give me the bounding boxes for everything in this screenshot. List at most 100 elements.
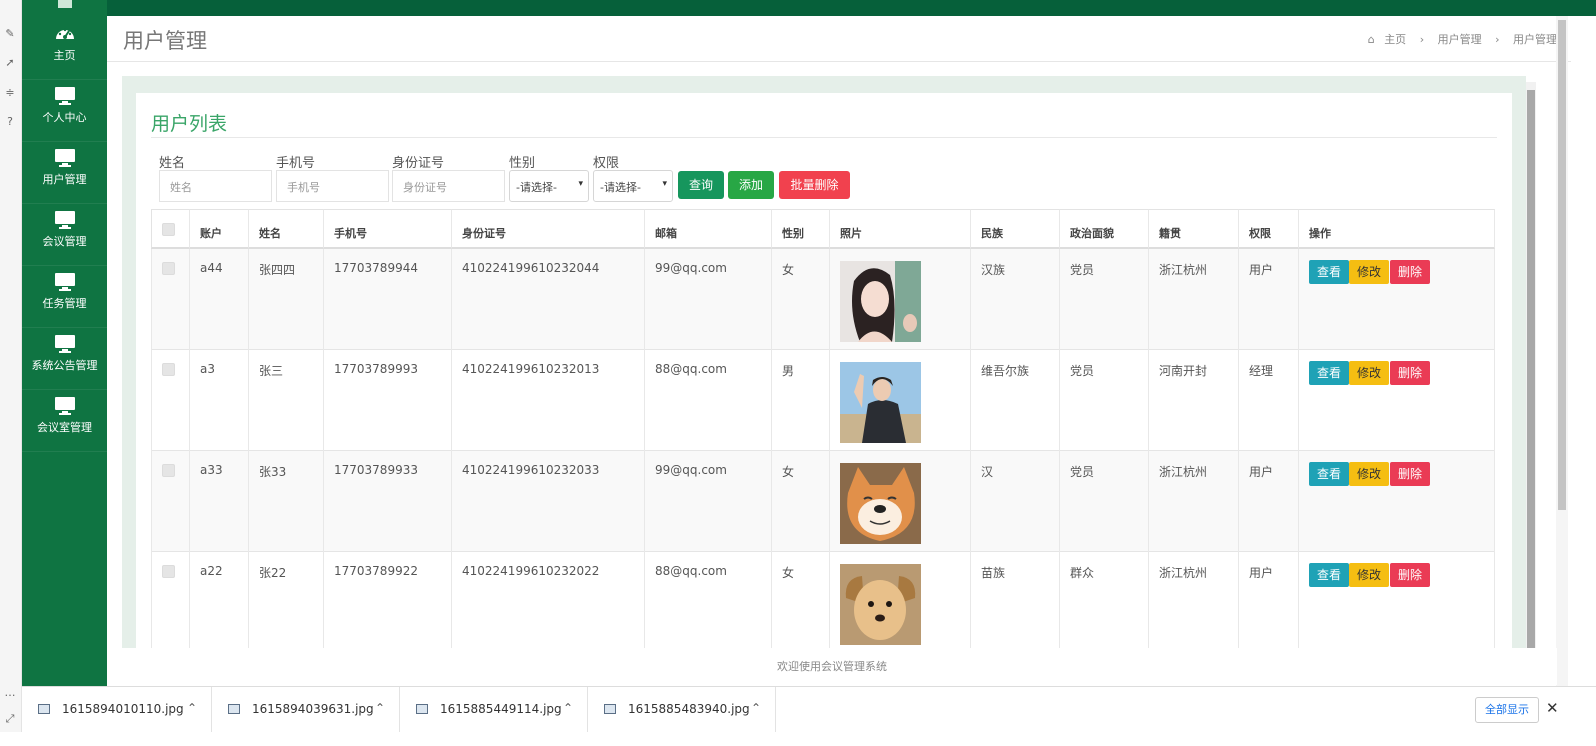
origin-cell: 浙江杭州 <box>1149 451 1239 552</box>
chevron-down-icon: ▾ <box>662 179 667 189</box>
user-photo <box>840 463 921 544</box>
role-cell: 用户 <box>1239 552 1299 648</box>
chevron-right-icon: › <box>1419 33 1425 46</box>
row-checkbox[interactable] <box>162 565 175 578</box>
image-file-icon <box>228 704 240 714</box>
delete-button[interactable]: 删除 <box>1390 260 1430 284</box>
role-cell: 用户 <box>1239 249 1299 350</box>
show-all-button[interactable]: 全部显示 <box>1475 697 1539 723</box>
origin-cell: 河南开封 <box>1149 350 1239 451</box>
edit-button[interactable]: 修改 <box>1349 462 1389 486</box>
table-header: 账户 <box>190 209 249 249</box>
name-cell: 张四四 <box>249 249 324 350</box>
download-filename[interactable]: 1615894039631.jpg <box>252 702 374 716</box>
sidebar-item-meetings[interactable]: 会议管理 <box>22 204 107 266</box>
chevron-up-icon[interactable]: ⌃ <box>563 701 573 715</box>
pointer-icon[interactable]: ➚ <box>3 56 17 70</box>
top-bar <box>107 0 1596 16</box>
table-header: 照片 <box>830 209 971 249</box>
actions-cell: 查看 修改 删除 <box>1299 451 1495 552</box>
sliders-icon[interactable]: ≑ <box>3 86 17 100</box>
breadcrumb-home[interactable]: 主页 <box>1384 33 1406 46</box>
gender-select[interactable]: -请选择- ▾ <box>509 170 589 202</box>
scrollbar-thumb[interactable] <box>1527 90 1535 648</box>
chevron-up-icon[interactable]: ⌃ <box>375 701 385 715</box>
table-header: 性别 <box>772 209 830 249</box>
download-filename[interactable]: 1615885449114.jpg <box>440 702 562 716</box>
breadcrumb-item[interactable]: 用户管理 <box>1438 33 1482 46</box>
role-cell: 经理 <box>1239 350 1299 451</box>
origin-cell: 浙江杭州 <box>1149 552 1239 648</box>
row-checkbox[interactable] <box>162 363 175 376</box>
batch-delete-button[interactable]: 批量删除 <box>779 171 850 199</box>
query-button[interactable]: 查询 <box>678 171 724 199</box>
sidebar-item-profile[interactable]: 个人中心 <box>22 80 107 142</box>
email-cell: 88@qq.com <box>645 350 772 451</box>
sidebar-item-announcements[interactable]: 系统公告管理 <box>22 328 107 390</box>
row-checkbox[interactable] <box>162 262 175 275</box>
sidebar-item-tasks[interactable]: 任务管理 <box>22 266 107 328</box>
download-item[interactable]: 1615885483940.jpg ⌃ <box>588 687 776 733</box>
photo-cell <box>830 552 971 648</box>
pen-icon[interactable]: ✎ <box>3 27 17 41</box>
view-button[interactable]: 查看 <box>1309 361 1349 385</box>
download-item[interactable]: 1615885449114.jpg ⌃ <box>400 687 588 733</box>
role-select[interactable]: -请选择- ▾ <box>593 170 673 202</box>
expand-icon[interactable]: ⤢ <box>3 712 17 726</box>
window-bottom <box>0 732 1596 746</box>
account-cell: a33 <box>190 451 249 552</box>
page-scrollbar[interactable] <box>1556 16 1568 686</box>
edit-button[interactable]: 修改 <box>1349 260 1389 284</box>
delete-button[interactable]: 删除 <box>1390 563 1430 587</box>
card-title: 用户列表 <box>151 113 228 135</box>
chevron-up-icon[interactable]: ⌃ <box>187 701 197 715</box>
download-item[interactable]: 1615894010110.jpg ⌃ <box>22 687 212 733</box>
content-scrollbar[interactable] <box>1526 82 1536 648</box>
political-cell: 党员 <box>1060 451 1149 552</box>
delete-button[interactable]: 删除 <box>1390 462 1430 486</box>
sidebar-item-label: 用户管理 <box>42 173 87 186</box>
name-cell: 张33 <box>249 451 324 552</box>
divider <box>151 137 1497 138</box>
download-filename[interactable]: 1615885483940.jpg <box>628 702 750 716</box>
phone-filter-input[interactable]: 手机号 <box>276 170 389 202</box>
chevron-up-icon[interactable]: ⌃ <box>751 701 761 715</box>
sidebar-item-rooms[interactable]: 会议室管理 <box>22 390 107 452</box>
name-filter-input[interactable]: 姓名 <box>159 170 272 202</box>
email-cell: 88@qq.com <box>645 552 772 648</box>
user-list-card: 用户列表 姓名 姓名 手机号 手机号 身份证号 身份证号 性别 -请选择- ▾ … <box>136 93 1512 648</box>
edit-button[interactable]: 修改 <box>1349 563 1389 587</box>
download-filename[interactable]: 1615894010110.jpg <box>62 702 184 716</box>
image-file-icon <box>604 704 616 714</box>
sidebar-item-users[interactable]: 用户管理 <box>22 142 107 204</box>
download-item[interactable]: 1615894039631.jpg ⌃ <box>212 687 400 733</box>
view-button[interactable]: 查看 <box>1309 563 1349 587</box>
idcard-filter-input[interactable]: 身份证号 <box>392 170 505 202</box>
more-icon[interactable]: … <box>3 686 17 700</box>
footer: 欢迎使用会议管理系统 <box>107 648 1557 685</box>
name-cell: 张22 <box>249 552 324 648</box>
delete-button[interactable]: 删除 <box>1390 361 1430 385</box>
actions-cell: 查看 修改 删除 <box>1299 350 1495 451</box>
phone-cell: 17703789944 <box>324 249 452 350</box>
close-icon[interactable]: ✕ <box>1546 699 1559 717</box>
help-icon[interactable]: ? <box>3 115 17 129</box>
gender-cell: 男 <box>772 350 830 451</box>
email-cell: 99@qq.com <box>645 451 772 552</box>
table-header: 政治面貌 <box>1060 209 1149 249</box>
row-checkbox[interactable] <box>162 464 175 477</box>
user-photo <box>840 261 921 342</box>
scrollbar-thumb[interactable] <box>1558 20 1566 510</box>
sidebar-item-home[interactable]: 主页 <box>22 18 107 80</box>
breadcrumb: ⌂ 主页 › 用户管理 › 用户管理 <box>1368 31 1557 47</box>
gender-filter-label: 性别 <box>509 156 536 171</box>
sidebar-item-label: 系统公告管理 <box>31 359 98 372</box>
ethnicity-cell: 汉 <box>971 451 1060 552</box>
select-all-checkbox[interactable] <box>162 223 175 236</box>
edit-button[interactable]: 修改 <box>1349 361 1389 385</box>
page-header: 用户管理 ⌂ 主页 › 用户管理 › 用户管理 <box>107 16 1571 62</box>
account-cell: a44 <box>190 249 249 350</box>
view-button[interactable]: 查看 <box>1309 462 1349 486</box>
view-button[interactable]: 查看 <box>1309 260 1349 284</box>
add-button[interactable]: 添加 <box>728 171 774 199</box>
